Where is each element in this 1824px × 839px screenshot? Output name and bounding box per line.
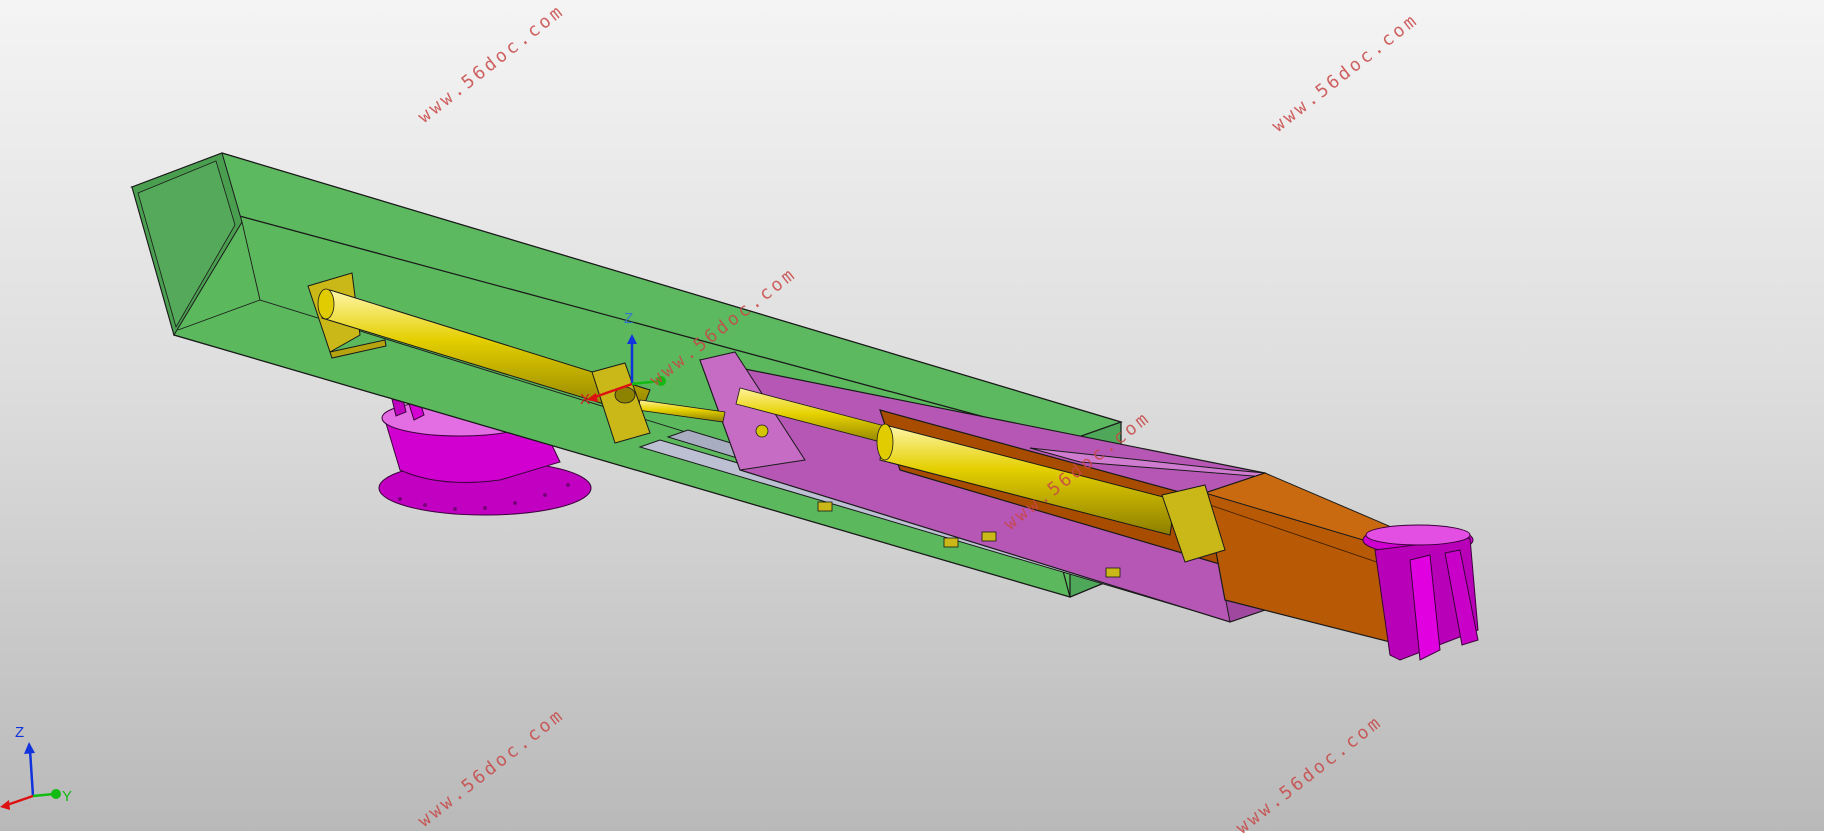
view-orientation-triad-icon[interactable]: Z Y bbox=[0, 724, 72, 810]
corner-y-label: Y bbox=[62, 788, 72, 805]
corner-z-label: Z bbox=[15, 724, 24, 741]
origin-z-label: Z bbox=[624, 310, 633, 327]
cad-model-scene[interactable]: Z X Z Y bbox=[0, 0, 1824, 831]
3d-viewport[interactable]: Z X Z Y www.56doc.com www.56doc.com www.… bbox=[0, 0, 1824, 839]
origin-x-label: X bbox=[580, 391, 590, 408]
